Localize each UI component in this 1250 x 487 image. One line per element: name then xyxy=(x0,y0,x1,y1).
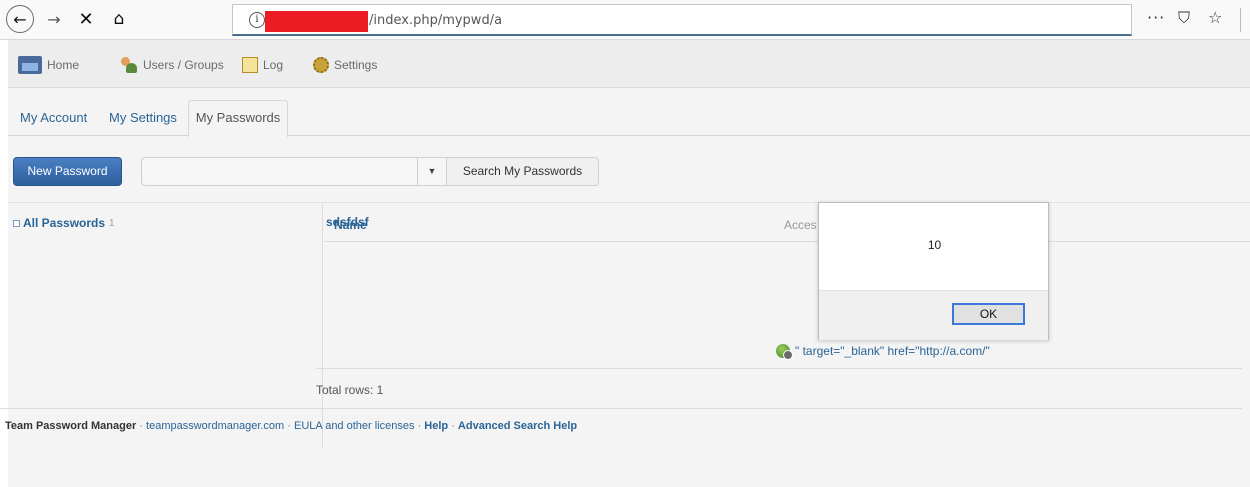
redacted-host xyxy=(265,11,368,32)
alert-message: 10 xyxy=(927,238,942,252)
footer-advanced-search-help-link[interactable]: Advanced Search Help xyxy=(458,420,577,432)
menu-item-label: Home xyxy=(47,58,80,72)
menu-item-log[interactable]: Log xyxy=(242,55,283,75)
forward-icon[interactable]: → xyxy=(44,6,64,32)
footer-divider xyxy=(0,408,1242,409)
home-icon xyxy=(18,56,42,74)
new-password-button[interactable]: New Password xyxy=(13,157,122,186)
browser-toolbar: ← → ✕ ⌂ i /index.php/mypwd/a ··· ⛉ ☆ xyxy=(0,0,1250,40)
page-footer: Team Password Manager · teampasswordmana… xyxy=(5,420,577,432)
menu-item-label: Log xyxy=(263,58,284,72)
menu-item-label: Settings xyxy=(334,58,378,72)
project-tree: All Passwords 1 xyxy=(8,204,323,448)
tab-my-settings[interactable]: My Settings xyxy=(109,110,177,125)
footer-help-link[interactable]: Help xyxy=(424,420,448,432)
search-input[interactable] xyxy=(141,157,418,186)
log-icon xyxy=(242,57,258,73)
tree-item-all-passwords[interactable]: All Passwords 1 xyxy=(13,216,115,230)
access-link[interactable]: " target="_blank" href="http://a.com/" xyxy=(795,344,990,358)
footer-site-link[interactable]: teampasswordmanager.com xyxy=(146,420,284,432)
url-path[interactable]: /index.php/mypwd/a xyxy=(369,13,502,28)
footer-app-name: Team Password Manager xyxy=(5,420,137,432)
footer-sep: · xyxy=(417,420,422,432)
row-divider xyxy=(316,368,1242,369)
tree-item-count: 1 xyxy=(109,217,115,229)
tree-item-label: All Passwords xyxy=(23,216,106,230)
footer-sep: · xyxy=(139,420,143,432)
total-rows: Total rows: 1 xyxy=(316,383,384,397)
info-icon[interactable]: i xyxy=(249,12,265,28)
search-button[interactable]: Search My Passwords xyxy=(446,157,599,186)
password-toolbar: New Password ▼ Search My Passwords xyxy=(8,137,1250,203)
alert-dialog: 10 OK xyxy=(818,202,1049,340)
caret-down-icon: ▼ xyxy=(427,166,437,176)
footer-sep: · xyxy=(287,420,291,432)
pocket-icon[interactable]: ⛉ xyxy=(1178,8,1190,28)
ok-button[interactable]: OK xyxy=(952,303,1025,325)
globe-icon xyxy=(776,344,793,360)
alert-button-bar: OK xyxy=(819,290,1048,340)
more-icon[interactable]: ··· xyxy=(1147,8,1165,27)
menu-item-home[interactable]: Home xyxy=(18,55,79,75)
stop-icon[interactable]: ✕ xyxy=(76,6,96,32)
tab-my-account[interactable]: My Account xyxy=(20,110,87,125)
url-bar[interactable]: i /index.php/mypwd/a xyxy=(232,4,1132,36)
gear-icon xyxy=(313,57,329,73)
menu-item-label: Users / Groups xyxy=(143,58,224,72)
access-cell[interactable]: " target="_blank" href="http://a.com/" xyxy=(776,344,990,360)
menu-item-users-groups[interactable]: Users / Groups xyxy=(120,55,224,75)
column-header-access[interactable]: Acces xyxy=(784,218,817,232)
menu-item-settings[interactable]: Settings xyxy=(313,55,377,75)
table-header: Name Acces xyxy=(324,204,1250,242)
password-name-link[interactable]: sdsfdsf xyxy=(326,215,369,229)
footer-eula-link[interactable]: EULA and other licenses xyxy=(294,420,414,432)
tab-bar: My Account My Settings My Passwords xyxy=(8,88,1250,137)
star-icon[interactable]: ☆ xyxy=(1208,8,1222,27)
folder-toggle-icon[interactable] xyxy=(13,219,20,227)
footer-sep: · xyxy=(451,420,455,432)
tab-my-passwords[interactable]: My Passwords xyxy=(188,100,288,137)
home-icon[interactable]: ⌂ xyxy=(108,6,130,32)
main-menu: Home Users / Groups Log Settings xyxy=(8,40,1250,88)
users-icon xyxy=(120,57,138,73)
back-icon[interactable]: ← xyxy=(6,5,34,33)
search-options-dropdown[interactable]: ▼ xyxy=(417,157,447,186)
toolbar-separator xyxy=(1240,8,1241,32)
